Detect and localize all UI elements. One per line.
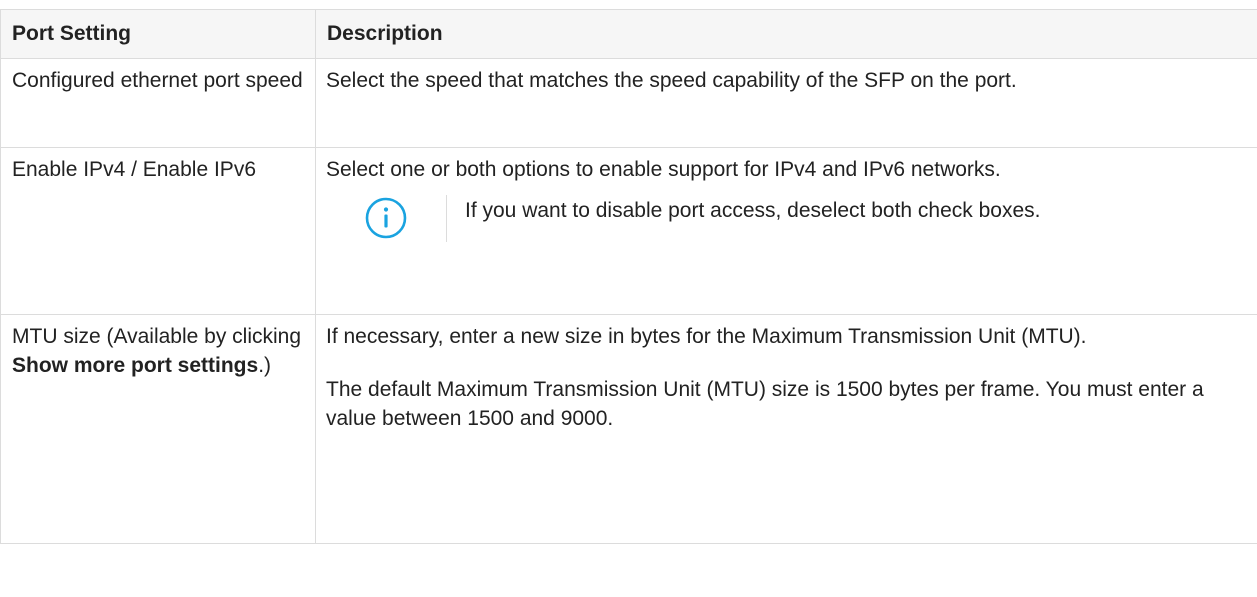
note-admonition: If you want to disable port access, dese… [326,194,1247,242]
setting-mtu-before: MTU size (Available by clicking [12,325,302,348]
table-row: MTU size (Available by clicking Show mor… [0,314,1257,544]
show-more-port-settings-label: Show more port settings [12,353,259,377]
setting-cell: MTU size (Available by clicking Show mor… [0,314,316,544]
description-cell: Select the speed that matches the speed … [315,58,1257,148]
description-cell: Select one or both options to enable sup… [315,147,1257,315]
note-text: If you want to disable port access, dese… [465,198,1041,222]
header-port-setting: Port Setting [0,9,316,59]
description-enable-ip: Select one or both options to enable sup… [326,158,1001,181]
port-settings-table: Port Setting Description Configured ethe… [0,9,1257,544]
info-circle-icon [326,194,447,242]
description-mtu: If necessary, enter a new size in bytes … [326,325,1087,348]
table-header-row: Port Setting Description [0,9,1257,59]
description-cell: If necessary, enter a new size in bytes … [315,314,1257,544]
table-row: Enable IPv4 / Enable IPv6 Select one or … [0,147,1257,315]
setting-enable-ip: Enable IPv4 / Enable IPv6 [12,158,256,181]
setting-mtu-after: .) [258,353,272,377]
setting-cell: Enable IPv4 / Enable IPv6 [0,147,316,315]
setting-cell: Configured ethernet port speed [0,58,316,148]
setting-port-speed: Configured ethernet port speed [12,69,303,92]
description-mtu-default: The default Maximum Transmission Unit (M… [326,377,1204,430]
description-port-speed: Select the speed that matches the speed … [326,69,1017,92]
header-description: Description [315,9,1257,59]
table-row: Configured ethernet port speed Select th… [0,58,1257,148]
